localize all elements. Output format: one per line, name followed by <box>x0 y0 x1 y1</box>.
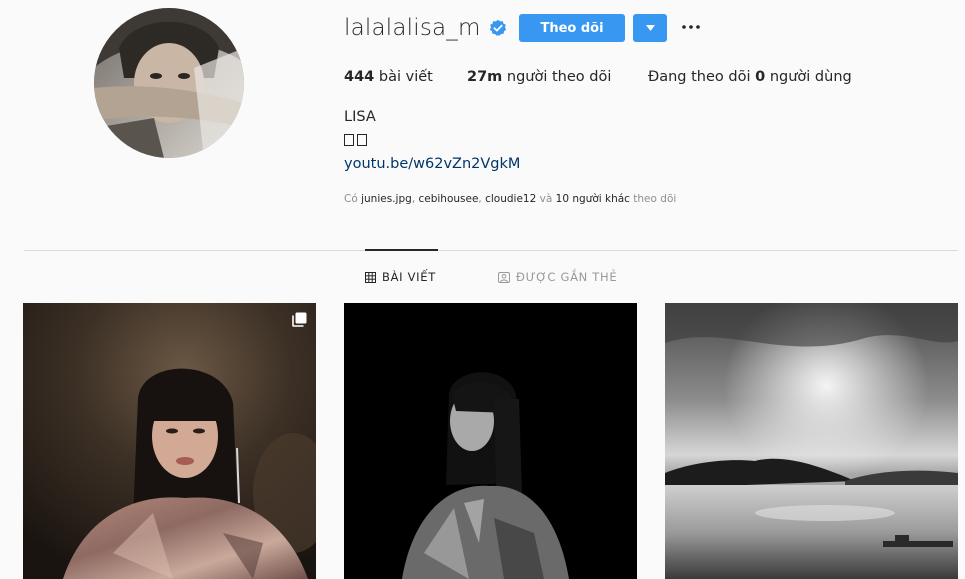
active-tab-indicator <box>365 249 438 251</box>
post-image <box>665 303 958 579</box>
tab-tagged-label: ĐƯỢC GẮN THẺ <box>516 270 618 284</box>
bio-emoji-placeholder <box>344 134 367 146</box>
profile-avatar[interactable] <box>94 8 244 158</box>
followed-by-user[interactable]: cebihousee <box>418 193 478 205</box>
emoji-glyph-icon <box>344 134 354 146</box>
post-image <box>23 303 316 579</box>
multiple-photos-icon <box>292 312 307 327</box>
grid-icon <box>365 271 376 283</box>
tab-tagged[interactable]: ĐƯỢC GẮN THẺ <box>498 270 617 284</box>
followed-by-separator: , <box>478 193 482 205</box>
username-row: lalalalisa_m <box>344 12 507 44</box>
tab-posts[interactable]: BÀI VIẾT <box>365 270 436 284</box>
emoji-glyph-icon <box>357 134 367 146</box>
followers-label: người theo dõi <box>506 69 612 85</box>
post-thumbnail[interactable] <box>23 303 316 579</box>
followed-by-others[interactable]: 10 người khác <box>556 193 630 205</box>
avatar-image <box>94 8 244 158</box>
bio-link[interactable]: youtu.be/w62vZn2VgkM <box>344 156 520 172</box>
tab-posts-label: BÀI VIẾT <box>382 270 436 284</box>
following-stat[interactable]: Đang theo dõi 0 người dùng <box>648 69 852 87</box>
full-name: LISA <box>344 109 376 125</box>
suggestions-dropdown-button[interactable] <box>633 14 667 42</box>
following-count: 0 <box>755 69 766 85</box>
username: lalalalisa_m <box>344 15 481 41</box>
following-suffix: người dùng <box>769 69 852 85</box>
followers-count: 27m <box>467 69 503 85</box>
tabs-divider <box>24 250 958 251</box>
followed-by-suffix: theo dõi <box>633 193 677 205</box>
more-options-button[interactable] <box>681 19 701 35</box>
post-thumbnail[interactable] <box>344 303 637 579</box>
post-image <box>344 303 637 579</box>
tag-icon <box>498 271 510 283</box>
followed-by-prefix: Có <box>344 193 358 205</box>
followed-by-user[interactable]: cloudie12 <box>485 193 536 205</box>
followed-by-separator: , <box>411 193 416 205</box>
caret-down-icon <box>645 25 655 31</box>
posts-count-stat: 444 bài viết <box>344 69 433 87</box>
posts-count: 444 <box>344 69 375 85</box>
followed-by-text[interactable]: Có junies.jpg, cebihousee, cloudie12 và … <box>344 193 676 205</box>
post-thumbnail[interactable] <box>665 303 958 579</box>
following-prefix: Đang theo dõi <box>648 69 751 85</box>
follow-button[interactable]: Theo dõi <box>519 14 625 42</box>
followed-by-user[interactable]: junies.jpg <box>361 193 412 205</box>
followers-stat[interactable]: 27m người theo dõi <box>467 69 611 87</box>
posts-label: bài viết <box>378 69 433 85</box>
more-dots-icon <box>682 25 700 29</box>
followed-by-and: và <box>539 193 553 205</box>
verified-badge-icon <box>489 19 507 37</box>
